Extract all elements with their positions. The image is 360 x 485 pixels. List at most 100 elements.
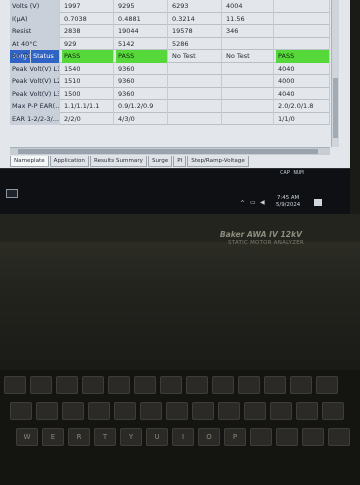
keyboard-key[interactable]: R	[68, 428, 90, 446]
horizontal-scroll-thumb[interactable]	[18, 149, 318, 154]
table-cell[interactable]: 1/1/0	[276, 112, 330, 125]
tab-pi[interactable]: PI	[173, 156, 187, 167]
keyboard-key[interactable]	[160, 376, 182, 394]
row-header[interactable]: I(µA)	[10, 12, 60, 25]
network-icon[interactable]: ▭	[250, 199, 256, 206]
table-row[interactable]: EAR 1-2/2-3/... 2/2/0 4/3/0 1/1/0	[10, 112, 330, 125]
taskbar-clock[interactable]: 7:45 AM 5/9/2024	[276, 195, 300, 209]
vertical-scrollbar[interactable]	[331, 0, 339, 147]
table-cell[interactable]: 1540	[62, 62, 114, 75]
table-cell[interactable]	[276, 25, 330, 38]
table-cell[interactable]	[224, 87, 274, 100]
keyboard-key[interactable]	[10, 402, 32, 420]
keyboard-key[interactable]	[192, 402, 214, 420]
table-cell[interactable]	[170, 87, 222, 100]
keyboard-key[interactable]	[302, 428, 324, 446]
table-cell[interactable]	[276, 37, 330, 50]
keyboard-key[interactable]	[88, 402, 110, 420]
keyboard-key[interactable]	[270, 402, 292, 420]
table-cell[interactable]: 9295	[116, 0, 168, 13]
keyboard-key[interactable]	[186, 376, 208, 394]
table-cell[interactable]	[170, 100, 222, 113]
table-cell[interactable]: 5286	[170, 37, 222, 50]
tab-application[interactable]: Application	[49, 156, 89, 167]
table-row[interactable]: Max P-P EAR(... 1.1/1.1/1.1 0.9/1.2/0.9 2.0…	[10, 100, 330, 113]
table-row[interactable]: At 40°C 929 5142 5286	[10, 37, 330, 50]
keyboard-key[interactable]	[114, 402, 136, 420]
table-row[interactable]: Peak Volt(V) L2 1510 9360 4000	[10, 75, 330, 88]
keyboard-key[interactable]	[328, 428, 350, 446]
table-cell[interactable]: 4040	[276, 87, 330, 100]
table-cell[interactable]	[276, 12, 330, 25]
table-cell[interactable]	[224, 62, 274, 75]
keyboard-key[interactable]	[166, 402, 188, 420]
table-cell[interactable]: 4040	[276, 62, 330, 75]
table-cell[interactable]: No Te	[10, 50, 31, 63]
keyboard-key[interactable]	[62, 402, 84, 420]
table-cell[interactable]: 9360	[116, 87, 168, 100]
vertical-scroll-thumb[interactable]	[333, 78, 338, 138]
table-cell[interactable]: 4/3/0	[116, 112, 168, 125]
keyboard-key[interactable]	[140, 402, 162, 420]
table-row[interactable]: Peak Volt(V) L1 1540 9360 4040	[10, 62, 330, 75]
table-cell[interactable]: 19578	[170, 25, 222, 38]
table-row[interactable]: Resist 2838 19044 19578 346	[10, 25, 330, 38]
tab-nameplate[interactable]: Nameplate	[10, 156, 49, 167]
tab-surge[interactable]: Surge	[147, 156, 173, 167]
keyboard-key[interactable]	[108, 376, 130, 394]
table-cell[interactable]: No Test	[224, 50, 274, 63]
tab-results-summary[interactable]: Results Summary	[89, 156, 147, 167]
keyboard-key[interactable]: U	[146, 428, 168, 446]
table-cell[interactable]: 1.1/1.1/1.1	[62, 100, 114, 113]
keyboard-key[interactable]	[276, 428, 298, 446]
table-cell[interactable]: PASS	[276, 50, 330, 63]
table-cell[interactable]: 9360	[116, 62, 168, 75]
keyboard-key[interactable]	[316, 376, 338, 394]
table-cell[interactable]: 5142	[116, 37, 168, 50]
table-cell[interactable]: 11.56	[224, 12, 274, 25]
keyboard-key[interactable]	[238, 376, 260, 394]
table-cell[interactable]: 1997	[62, 0, 114, 13]
row-header[interactable]: Max P-P EAR(...	[10, 100, 60, 113]
keyboard-key[interactable]	[296, 402, 318, 420]
table-row[interactable]: Volts (V) 1997 9295 6293 4004	[10, 0, 330, 13]
row-header[interactable]: Volts (V)	[10, 0, 60, 13]
keyboard-key[interactable]	[82, 376, 104, 394]
keyboard-key[interactable]: T	[94, 428, 116, 446]
table-cell[interactable]: 4000	[276, 75, 330, 88]
keyboard-key[interactable]	[134, 376, 156, 394]
table-row[interactable]: I(µA) 0.7038 0.4881 0.3214 11.56	[10, 12, 330, 25]
row-header[interactable]: EAR 1-2/2-3/...	[10, 112, 60, 125]
table-cell[interactable]: PASS	[62, 50, 114, 63]
keyboard-key[interactable]	[290, 376, 312, 394]
table-cell[interactable]: 0.9/1.2/0.9	[116, 100, 168, 113]
keyboard-key[interactable]	[30, 376, 52, 394]
row-header[interactable]: Peak Volt(V) L2	[10, 75, 60, 88]
table-cell[interactable]: 1510	[62, 75, 114, 88]
app-window-icon[interactable]	[6, 189, 18, 198]
row-header[interactable]: Resist	[10, 25, 60, 38]
keyboard-key[interactable]	[36, 402, 58, 420]
table-cell[interactable]: PASS	[116, 50, 168, 63]
table-cell[interactable]: No Test	[170, 50, 222, 63]
table-cell[interactable]	[170, 62, 222, 75]
table-cell[interactable]: 6293	[170, 0, 222, 13]
table-cell[interactable]	[224, 100, 274, 113]
table-cell[interactable]: 19044	[116, 25, 168, 38]
table-cell[interactable]	[224, 112, 274, 125]
keyboard-key[interactable]: Y	[120, 428, 142, 446]
table-row[interactable]: Peak Volt(V) L3 1500 9360 4040	[10, 87, 330, 100]
keyboard-key[interactable]	[244, 402, 266, 420]
table-cell[interactable]: 0.4881	[116, 12, 168, 25]
table-cell[interactable]	[170, 75, 222, 88]
row-header[interactable]: At 40°C	[10, 37, 60, 50]
table-cell[interactable]	[224, 37, 274, 50]
table-cell[interactable]: 0.7038	[62, 12, 114, 25]
table-cell[interactable]	[170, 112, 222, 125]
row-header[interactable]: Peak Volt(V) L3	[10, 87, 60, 100]
keyboard-key[interactable]	[56, 376, 78, 394]
table-cell[interactable]: 2.0/2.0/1.8	[276, 100, 330, 113]
notification-icon[interactable]	[314, 199, 322, 206]
horizontal-scrollbar[interactable]	[10, 147, 330, 155]
keyboard-key[interactable]	[4, 376, 26, 394]
